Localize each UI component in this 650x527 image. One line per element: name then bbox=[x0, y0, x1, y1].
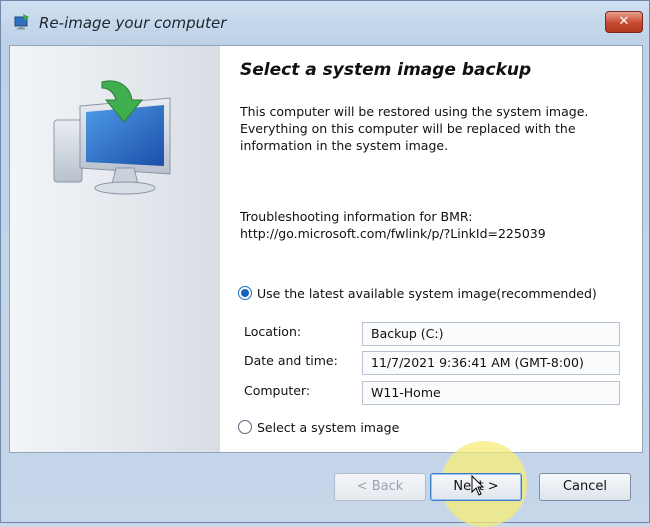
restore-computer-icon bbox=[14, 14, 29, 30]
computer-label: Computer: bbox=[244, 383, 311, 398]
radio-latest-label: Use the latest available system image(re… bbox=[257, 286, 597, 301]
close-button[interactable]: ✕ bbox=[605, 11, 643, 33]
radio-select-button[interactable] bbox=[238, 420, 252, 434]
location-label: Location: bbox=[244, 324, 302, 339]
location-value: Backup (C:) bbox=[362, 322, 620, 346]
page-heading: Select a system image backup bbox=[240, 60, 532, 80]
monitor-with-green-arrow-icon bbox=[53, 80, 171, 195]
datetime-value: 11/7/2021 9:36:41 AM (GMT-8:00) bbox=[362, 351, 620, 375]
radio-latest-button[interactable] bbox=[238, 286, 252, 300]
window-title: Re-image your computer bbox=[39, 14, 227, 32]
computer-value: W11-Home bbox=[362, 381, 620, 405]
troubleshooting-label: Troubleshooting information for BMR: bbox=[240, 209, 473, 224]
radio-select-image[interactable]: Select a system image bbox=[238, 420, 399, 435]
close-icon: ✕ bbox=[618, 14, 630, 29]
radio-latest-image[interactable]: Use the latest available system image(re… bbox=[238, 286, 597, 301]
troubleshooting-link[interactable]: http://go.microsoft.com/fwlink/p/?LinkId… bbox=[240, 225, 630, 242]
datetime-label: Date and time: bbox=[244, 353, 338, 368]
title-bar: Re-image your computer ✕ bbox=[1, 1, 649, 45]
mouse-pointer-icon bbox=[471, 475, 485, 496]
troubleshooting-info: Troubleshooting information for BMR: htt… bbox=[240, 208, 630, 242]
cancel-button[interactable]: Cancel bbox=[539, 473, 631, 501]
description-text: This computer will be restored using the… bbox=[240, 104, 589, 153]
radio-select-label: Select a system image bbox=[257, 420, 400, 435]
dialog-body: Select a system image backup This comput… bbox=[9, 45, 643, 453]
side-panel bbox=[10, 46, 220, 452]
reimage-dialog: Re-image your computer ✕ Select a system… bbox=[0, 0, 650, 527]
back-button[interactable]: < Back bbox=[334, 473, 426, 501]
